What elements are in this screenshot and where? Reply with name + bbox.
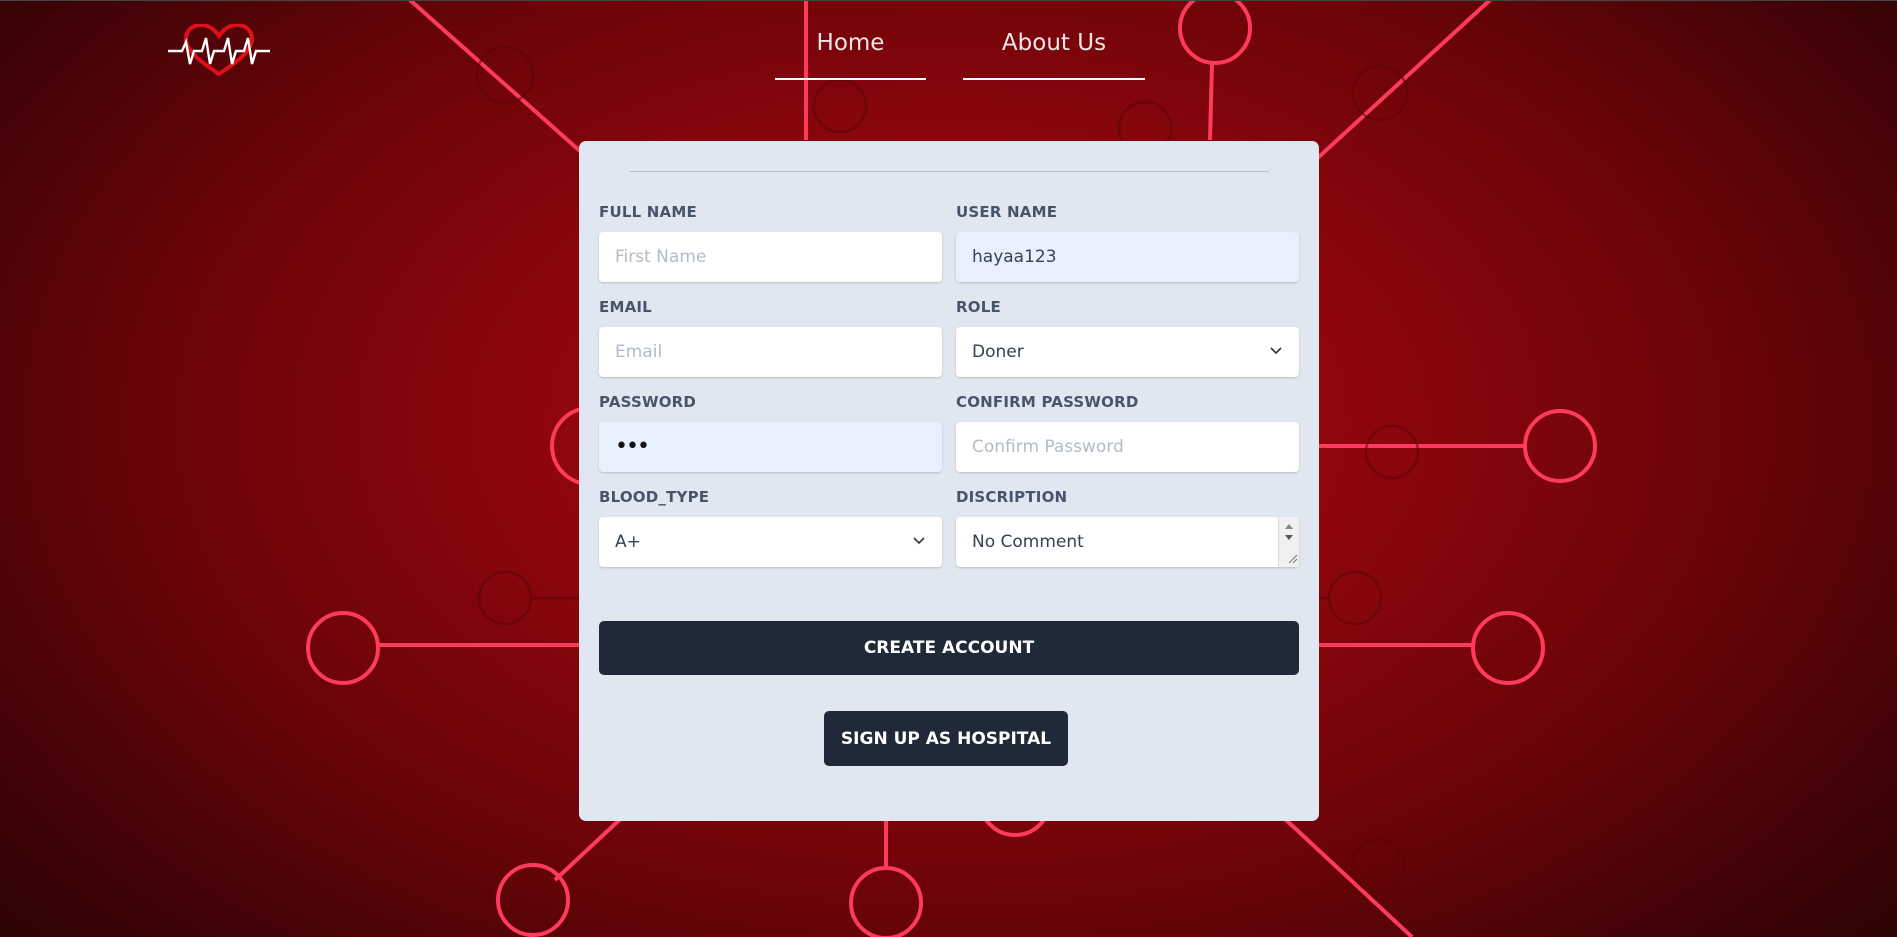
role-selected-value: Doner xyxy=(972,342,1024,362)
user-name-label: USER NAME xyxy=(956,203,1058,221)
confirm-password-input[interactable] xyxy=(956,422,1299,472)
signup-form-card: FULL NAME USER NAME EMAIL ROLE Doner PAS… xyxy=(579,141,1319,821)
signup-as-hospital-button[interactable]: SIGN UP AS HOSPITAL xyxy=(824,711,1068,766)
confirm-password-label: CONFIRM PASSWORD xyxy=(956,393,1139,411)
user-name-input[interactable] xyxy=(956,232,1299,282)
password-label: PASSWORD xyxy=(599,393,697,411)
password-input[interactable]: ••• xyxy=(599,422,942,472)
top-border xyxy=(0,0,1897,1)
full-name-label: FULL NAME xyxy=(599,203,697,221)
blood-type-label: BLOOD_TYPE xyxy=(599,488,710,506)
password-masked-value: ••• xyxy=(615,434,650,459)
description-label: DISCRIPTION xyxy=(956,488,1068,506)
description-textarea[interactable]: No Comment xyxy=(956,517,1299,567)
blood-type-select[interactable]: A+ xyxy=(599,517,942,567)
nav-home-link[interactable]: Home xyxy=(775,30,926,80)
email-input[interactable] xyxy=(599,327,942,377)
chevron-down-icon xyxy=(1270,347,1282,355)
create-account-button[interactable]: CREATE ACCOUNT xyxy=(599,621,1299,675)
textarea-scrollbar[interactable] xyxy=(1278,517,1299,567)
description-value: No Comment xyxy=(972,532,1084,552)
role-label: ROLE xyxy=(956,298,1001,316)
card-divider xyxy=(629,171,1269,172)
blood-type-selected-value: A+ xyxy=(615,532,641,552)
email-label: EMAIL xyxy=(599,298,652,316)
role-select[interactable]: Doner xyxy=(956,327,1299,377)
chevron-down-icon xyxy=(913,537,925,545)
heart-pulse-logo[interactable] xyxy=(168,24,270,78)
nav-about-link[interactable]: About Us xyxy=(963,30,1145,80)
scroll-arrows-icon xyxy=(1285,524,1298,564)
full-name-input[interactable] xyxy=(599,232,942,282)
